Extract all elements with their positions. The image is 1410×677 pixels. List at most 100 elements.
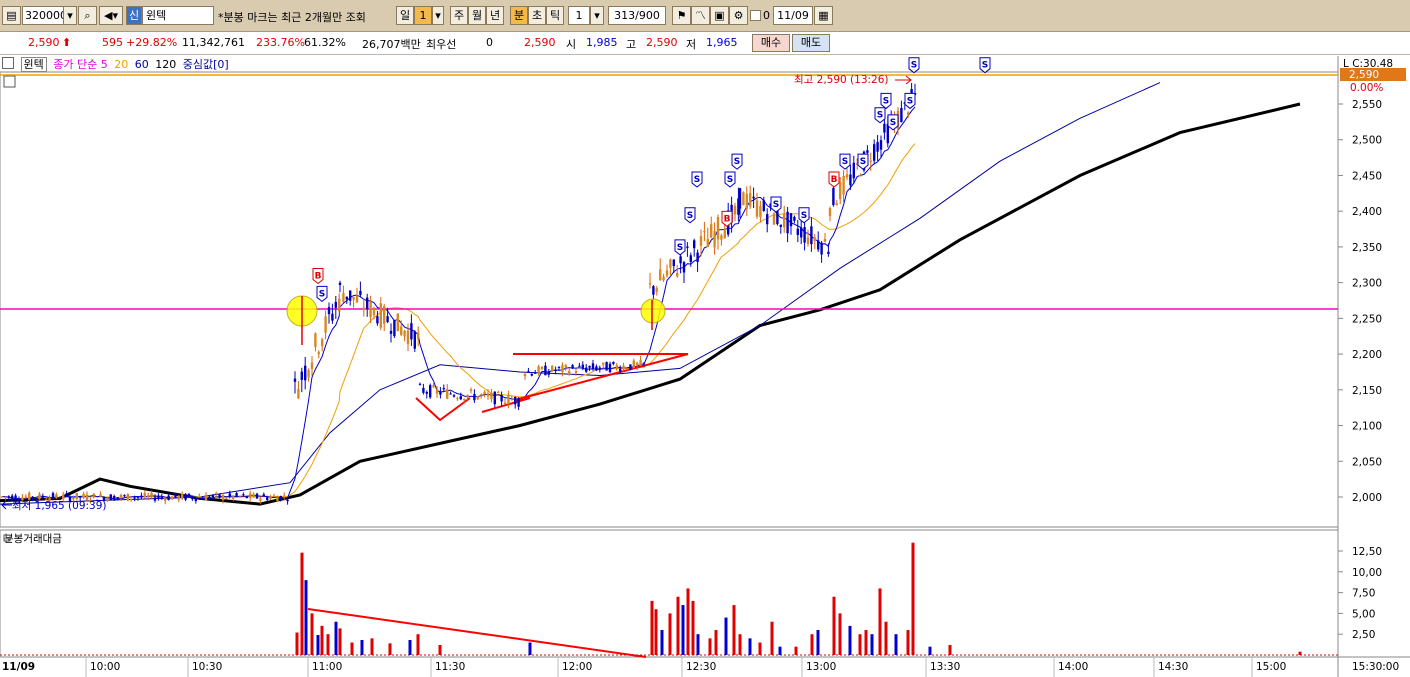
time-label: 12:00 xyxy=(562,661,592,673)
sell-signal-marker[interactable]: S xyxy=(731,153,743,170)
volume-bar xyxy=(320,625,324,655)
high-annotation: 최고 2,590 (13:26) xyxy=(794,74,889,86)
volume-bar xyxy=(310,613,314,655)
volume-bar xyxy=(300,552,304,655)
candle-body xyxy=(262,494,265,497)
sell-signal-marker[interactable]: S xyxy=(674,239,686,256)
volume-bar xyxy=(650,600,654,655)
candle-body xyxy=(595,366,598,371)
sell-signal-marker[interactable]: S xyxy=(798,207,810,224)
volume-tick-label: 12,50 xyxy=(1352,546,1382,558)
sell-signal-marker[interactable]: S xyxy=(770,196,782,213)
candle-body xyxy=(706,239,709,247)
volume-tick-label: 2,50 xyxy=(1352,629,1375,641)
candle-body xyxy=(245,496,248,498)
candle-body xyxy=(235,493,238,497)
sell-signal-marker[interactable]: S xyxy=(904,92,916,110)
candle-body xyxy=(900,107,903,123)
price-chart[interactable]: L C:30.48 2,590 0.00% 2,5502,5002,4502,4… xyxy=(0,0,1410,677)
candle-body xyxy=(352,297,355,300)
candle-body xyxy=(147,495,150,498)
sell-signal-marker[interactable]: S xyxy=(839,153,851,170)
candle-body xyxy=(432,385,435,388)
candle-body xyxy=(632,360,635,368)
candle-body xyxy=(665,270,669,276)
candle-body xyxy=(297,388,300,399)
candle-body xyxy=(540,366,544,370)
trend-lines[interactable] xyxy=(307,353,689,658)
buy-signal-marker[interactable]: B xyxy=(721,210,733,227)
candle-body xyxy=(238,496,242,498)
candle-body xyxy=(578,365,581,367)
candle-body xyxy=(463,398,466,401)
candle-body xyxy=(133,497,136,499)
candle-body xyxy=(636,362,639,366)
candle-body xyxy=(446,389,449,399)
candle-body xyxy=(41,496,44,498)
candle-body xyxy=(551,365,554,372)
candle-body xyxy=(817,240,820,250)
sell-signal-marker[interactable]: S xyxy=(880,92,892,110)
grid-toggle-icon[interactable] xyxy=(3,75,16,88)
candle-body xyxy=(211,495,214,498)
sell-signal-marker[interactable]: S xyxy=(857,153,869,170)
candle-body xyxy=(400,326,403,335)
candle-body xyxy=(184,494,187,500)
sell-signal-marker[interactable]: S xyxy=(887,114,899,131)
candle-body xyxy=(876,142,879,152)
candle-body xyxy=(51,493,55,499)
candle-body xyxy=(591,363,595,369)
time-label: 14:00 xyxy=(1058,661,1088,673)
svg-text:S: S xyxy=(677,243,683,253)
volume-bar xyxy=(295,632,299,655)
sell-signal-marker[interactable]: S xyxy=(874,107,886,124)
candle-body xyxy=(198,496,201,498)
candle-body xyxy=(435,389,439,394)
sell-signal-marker[interactable]: S xyxy=(908,57,920,74)
candle-body xyxy=(310,362,314,369)
candle-body xyxy=(544,365,547,376)
candle-body xyxy=(779,224,782,227)
candle-body xyxy=(279,495,282,501)
candle-body xyxy=(0,496,4,498)
volume-bar xyxy=(778,646,782,655)
candle-body xyxy=(642,362,646,364)
candle-body xyxy=(459,396,462,400)
buy-signal-marker[interactable]: B xyxy=(828,171,840,188)
signal-markers: SSSS SSSSS SSSSSS SBBB xyxy=(312,57,991,302)
sell-signal-marker[interactable]: S xyxy=(684,207,696,224)
candle-body xyxy=(194,498,197,502)
candle-body xyxy=(720,235,723,240)
sell-signal-marker[interactable]: S xyxy=(979,57,991,74)
candle-body xyxy=(629,364,632,370)
svg-text:B: B xyxy=(724,214,731,224)
buy-signal-marker[interactable]: B xyxy=(312,267,324,285)
sell-signal-marker[interactable]: S xyxy=(691,171,703,188)
candle-body xyxy=(507,394,510,405)
chart-frame xyxy=(0,56,1410,677)
price-tick-label: 2,400 xyxy=(1352,206,1382,218)
candle-body xyxy=(530,373,533,376)
candle-body xyxy=(242,494,245,496)
candle-body xyxy=(827,251,830,255)
candle-body xyxy=(170,496,174,500)
candle-body xyxy=(793,216,796,221)
volume-pane-title: 분봉거래대금 xyxy=(4,533,62,545)
candle-body xyxy=(4,496,7,498)
sell-signal-marker[interactable]: S xyxy=(724,171,736,188)
candle-body xyxy=(772,213,776,225)
sell-signal-marker[interactable]: S xyxy=(316,285,328,302)
candle-body xyxy=(517,398,520,407)
candle-body xyxy=(396,313,399,332)
candle-body xyxy=(537,366,540,375)
candle-body xyxy=(338,298,341,312)
highlight-circle[interactable] xyxy=(640,298,666,324)
candle-body xyxy=(615,365,618,369)
price-tick-label: 2,150 xyxy=(1352,385,1382,397)
time-label: 13:30 xyxy=(930,661,960,673)
time-label: 15:00 xyxy=(1256,661,1286,673)
candle-body xyxy=(652,286,655,295)
time-label: 13:00 xyxy=(806,661,836,673)
candle-body xyxy=(828,208,832,217)
candle-body xyxy=(79,496,82,498)
